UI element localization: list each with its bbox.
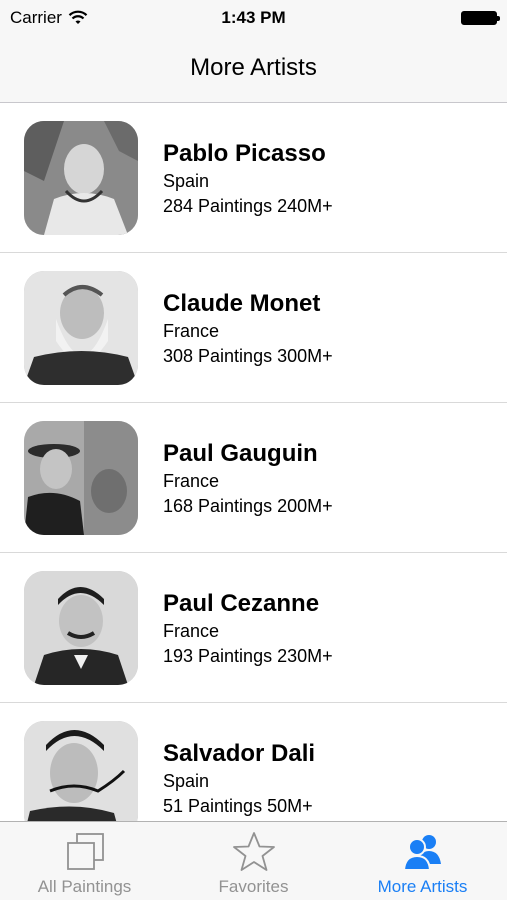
artist-name: Pablo Picasso (163, 140, 326, 167)
artist-stats: 308 Paintings 300M+ (163, 346, 333, 366)
artist-list[interactable]: Pablo Picasso Spain 284 Paintings 240M+ … (0, 103, 507, 821)
artist-name: Paul Cezanne (163, 590, 320, 617)
artist-photo (24, 571, 138, 685)
tab-bar: All Paintings Favorites More Artists (0, 821, 507, 900)
stacked-squares-icon (66, 833, 104, 870)
artist-country: Spain (163, 171, 210, 191)
people-icon (402, 835, 441, 871)
artist-text: Pablo Picasso Spain 284 Paintings 240M+ (163, 139, 333, 219)
tab-more-artists[interactable]: More Artists (338, 822, 507, 900)
artist-photo (24, 421, 138, 535)
tab-all-paintings[interactable]: All Paintings (0, 822, 169, 900)
artist-country: France (163, 471, 220, 491)
artist-name: Salvador Dali (163, 740, 316, 767)
star-icon (232, 832, 275, 871)
artist-row-claude-monet[interactable]: Claude Monet France 308 Paintings 300M+ (0, 253, 507, 403)
artist-text: Claude Monet France 308 Paintings 300M+ (163, 289, 333, 369)
artist-text: Paul Gauguin France 168 Paintings 200M+ (163, 439, 333, 519)
page-title: More Artists (190, 54, 317, 81)
artist-photo (24, 121, 138, 235)
artist-stats: 168 Paintings 200M+ (163, 496, 333, 516)
artist-row-pablo-picasso[interactable]: Pablo Picasso Spain 284 Paintings 240M+ (0, 103, 507, 253)
tab-favorites[interactable]: Favorites (169, 822, 338, 900)
tab-label: More Artists (377, 877, 468, 896)
artist-photo (24, 721, 138, 821)
artist-text: Salvador Dali Spain 51 Paintings 50M+ (163, 739, 315, 819)
artist-row-paul-cezanne[interactable]: Paul Cezanne France 193 Paintings 230M+ (0, 553, 507, 703)
artist-name: Paul Gauguin (163, 440, 318, 467)
artist-stats: 51 Paintings 50M+ (163, 796, 313, 816)
artist-country: Spain (163, 771, 210, 791)
artist-row-salvador-dali[interactable]: Salvador Dali Spain 51 Paintings 50M+ (0, 703, 507, 821)
artist-text: Paul Cezanne France 193 Paintings 230M+ (163, 589, 333, 669)
artist-name: Claude Monet (163, 290, 321, 317)
artist-stats: 193 Paintings 230M+ (163, 646, 333, 666)
tab-label: Favorites (218, 877, 289, 896)
navigation-bar: More Artists (0, 36, 507, 103)
artist-photo (24, 271, 138, 385)
artist-row-paul-gauguin[interactable]: Paul Gauguin France 168 Paintings 200M+ (0, 403, 507, 553)
status-time: 1:43 PM (221, 8, 286, 27)
status-bar: Carrier 1:43 PM (0, 0, 507, 36)
artist-country: France (163, 621, 220, 641)
artist-stats: 284 Paintings 240M+ (163, 196, 333, 216)
artist-country: France (163, 321, 220, 341)
tab-label: All Paintings (37, 877, 132, 896)
battery-icon (461, 11, 500, 25)
